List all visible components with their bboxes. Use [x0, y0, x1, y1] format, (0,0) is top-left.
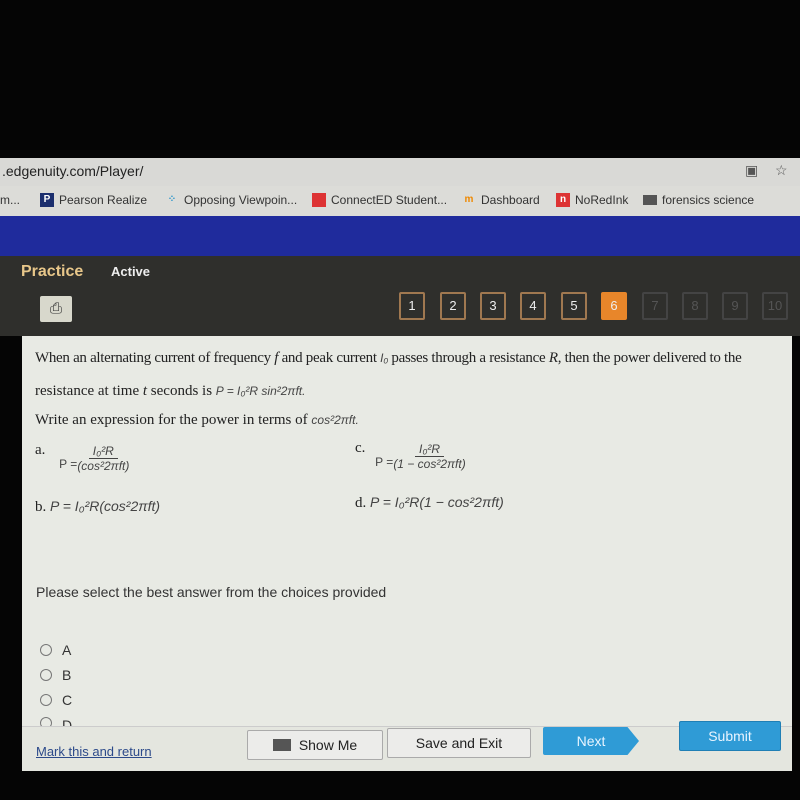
bookmarks-bar: m... P Pearson Realize ⁘ Opposing Viewpoin… — [0, 186, 800, 217]
question-line-1: When an alternating current of frequency… — [35, 350, 742, 366]
option-c[interactable]: C — [40, 692, 72, 708]
question-panel — [22, 336, 792, 770]
page-button-8[interactable]: 8 — [682, 292, 708, 320]
save-and-exit-button[interactable]: Save and Exit — [387, 728, 531, 758]
option-b[interactable]: B — [40, 667, 71, 683]
option-d[interactable]: D — [40, 717, 72, 726]
instruction-text: Please select the best answer from the c… — [36, 584, 387, 600]
bookmark-opposing[interactable]: ⁘ Opposing Viewpoin... — [165, 193, 297, 207]
page-button-9[interactable]: 9 — [722, 292, 748, 320]
bookmark-label: ConnectED Student... — [331, 193, 448, 207]
radio-c[interactable] — [40, 694, 52, 706]
activity-title: Practice — [21, 263, 84, 280]
bookmark-pearson[interactable]: P Pearson Realize — [40, 193, 147, 207]
url-text[interactable]: .edgenuity.com/Player/ — [2, 163, 143, 179]
dashboard-icon: m — [464, 194, 474, 205]
bookmark-label: NoRedInk — [575, 193, 629, 207]
printer-icon: ⎙ — [49, 300, 62, 317]
bookmark-forensics[interactable]: forensics science — [643, 193, 754, 207]
submit-button[interactable]: Submit — [679, 721, 781, 751]
bookmark-label: Opposing Viewpoin... — [184, 193, 298, 207]
page-button-6[interactable]: 6 — [601, 292, 627, 320]
translate-icon[interactable]: ▣ — [745, 162, 758, 179]
activity-status: Active — [111, 264, 151, 279]
bookmark-label: Dashboard — [481, 193, 540, 207]
bookmark-dashboard[interactable]: m Dashboard — [462, 193, 540, 207]
question-line-2: resistance at time t seconds is P = I₀²R… — [35, 383, 306, 399]
bookmark-noredink[interactable]: n NoRedInk — [556, 193, 628, 207]
noredink-icon: n — [556, 193, 570, 207]
page-button-2[interactable]: 2 — [440, 292, 466, 320]
question-line-3: Write an expression for the power in ter… — [35, 412, 359, 428]
mark-and-return-link[interactable]: Mark this and return — [36, 744, 152, 759]
bookmark-label: Pearson Realize — [59, 193, 148, 207]
page-button-10[interactable]: 10 — [762, 292, 788, 320]
print-button[interactable]: ⎙ — [40, 296, 72, 322]
mcgraw-icon — [312, 193, 326, 207]
radio-b[interactable] — [40, 669, 52, 681]
bookmark-label: m... — [0, 193, 20, 207]
bookmark-connected[interactable]: ConnectED Student... — [312, 193, 447, 207]
page-button-1[interactable]: 1 — [399, 292, 425, 320]
bookmark-1[interactable]: m... — [0, 193, 20, 207]
page-button-3[interactable]: 3 — [480, 292, 506, 320]
radio-d[interactable] — [40, 717, 52, 726]
folder-icon — [643, 195, 657, 205]
show-me-button[interactable]: Show Me — [247, 730, 383, 760]
pearson-icon: P — [40, 193, 54, 207]
dots-icon: ⁘ — [167, 194, 177, 205]
bookmark-label: forensics science — [662, 193, 755, 207]
choice-d: d. P = I₀²R(1 − cos²2πft) — [355, 494, 504, 511]
page-button-5[interactable]: 5 — [561, 292, 587, 320]
choice-a: a. P = I₀²R (cos²2πft) — [35, 441, 130, 473]
page-button-7[interactable]: 7 — [642, 292, 668, 320]
choice-b: b. P = I₀²R(cos²2πft) — [35, 498, 161, 515]
video-icon — [272, 739, 291, 751]
address-bar[interactable]: .edgenuity.com/Player/ ▣ ☆ — [0, 158, 800, 186]
next-button[interactable]: Next — [543, 727, 639, 755]
page-button-4[interactable]: 4 — [520, 292, 546, 320]
radio-a[interactable] — [40, 644, 52, 656]
option-a[interactable]: A — [40, 642, 71, 658]
choice-c: c. P = I₀²R (1 − cos²2πft) — [355, 439, 466, 471]
nav-band — [0, 216, 800, 256]
star-icon[interactable]: ☆ — [775, 162, 788, 179]
